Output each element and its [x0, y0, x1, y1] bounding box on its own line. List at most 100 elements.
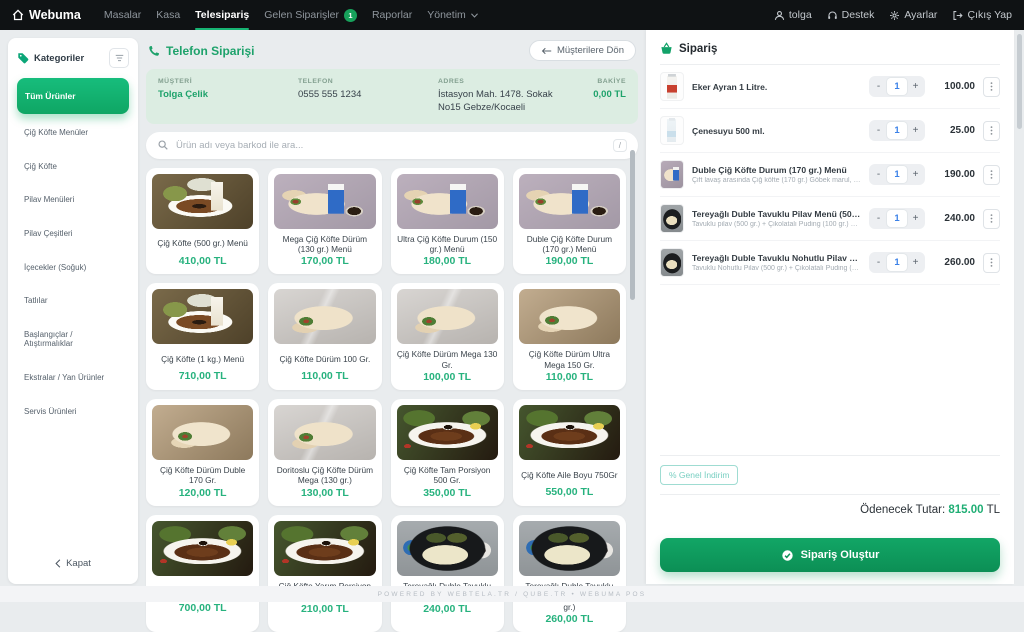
product-name: Çiğ Köfte Aile Boyu 750Gr: [519, 465, 620, 485]
order-item: Çenesuyu 500 ml. - 1 + 25.00: [660, 109, 1000, 153]
product-card[interactable]: Çiğ Köfte Dürüm Mega 130 Gr. 100,00 TL: [391, 283, 504, 390]
category-item-tum-urunler[interactable]: Tüm Ürünler: [17, 78, 129, 114]
quantity-stepper[interactable]: - 1 +: [869, 76, 925, 97]
decrease-quantity-button[interactable]: -: [871, 78, 886, 95]
category-item-pilav-cesitleri[interactable]: Pilav Çeşitleri: [17, 217, 129, 251]
product-card[interactable]: Çiğ Köfte Tam Porsiyon 500 Gr. 350,00 TL: [391, 399, 504, 506]
customer-name[interactable]: Tolga Çelik: [158, 89, 286, 102]
order-item-image: [660, 116, 684, 145]
nav-yonetim[interactable]: Yönetim: [427, 0, 478, 30]
product-card[interactable]: Duble Çiğ Köfte Durum (170 gr.) Menü 190…: [513, 168, 626, 275]
order-item-price: 260.00: [933, 257, 975, 268]
order-item-info: Çenesuyu 500 ml.: [692, 126, 861, 136]
product-card[interactable]: Çiğ Köfte Aile Boyu 750Gr 550,00 TL: [513, 399, 626, 506]
basket-icon: [660, 42, 673, 55]
chevron-left-icon: [55, 559, 61, 568]
decrease-quantity-button[interactable]: -: [871, 210, 886, 227]
category-item-cig-kofte-menuler[interactable]: Çiğ Köfte Menüler: [17, 116, 129, 150]
item-options-button[interactable]: [983, 209, 1000, 229]
address-label: ADRES: [438, 78, 576, 85]
product-card[interactable]: Çiğ Köfte (500 gr.) Menü 410,00 TL: [146, 168, 259, 275]
decrease-quantity-button[interactable]: -: [871, 166, 886, 183]
category-item-icecekler[interactable]: İçecekler (Soğuk): [17, 251, 129, 285]
quantity-value[interactable]: 1: [887, 78, 907, 95]
category-item-tatlilar[interactable]: Tatlılar: [17, 284, 129, 318]
decrease-quantity-button[interactable]: -: [871, 254, 886, 271]
nav-gelen-siparisler[interactable]: Gelen Siparişler 1: [264, 0, 357, 30]
item-options-button[interactable]: [983, 77, 1000, 97]
product-card[interactable]: Tereyağlı Duble Tavuklu Pilav Menü (500 …: [391, 515, 504, 632]
order-item: Tereyağlı Duble Tavuklu Pilav Menü (500 …: [660, 197, 1000, 241]
category-filter-button[interactable]: [109, 48, 129, 68]
decrease-quantity-button[interactable]: -: [871, 122, 886, 139]
nav-destek[interactable]: Destek: [827, 0, 875, 30]
product-grid-scrollbar[interactable]: [630, 150, 635, 300]
increase-quantity-button[interactable]: +: [908, 254, 923, 271]
product-card[interactable]: Çiğ Köfte Yarım Porsiyon 330 Gr. 210,00 …: [268, 515, 381, 632]
brand-logo[interactable]: Webuma: [12, 8, 81, 22]
check-circle-icon: [781, 549, 794, 562]
product-image: [152, 289, 253, 344]
sidebar-close-button[interactable]: Kapat: [17, 549, 129, 578]
quantity-value[interactable]: 1: [887, 254, 907, 271]
customer-name-column: MÜŞTERİ Tolga Çelik: [158, 78, 286, 115]
product-card[interactable]: Mega Çiğ Köfte Dürüm (130 gr.) Menü 170,…: [268, 168, 381, 275]
increase-quantity-button[interactable]: +: [908, 78, 923, 95]
quantity-stepper[interactable]: - 1 +: [869, 252, 925, 273]
increase-quantity-button[interactable]: +: [908, 210, 923, 227]
category-item-ekstralar[interactable]: Ekstralar / Yan Ürünler: [17, 361, 129, 395]
increase-quantity-button[interactable]: +: [908, 166, 923, 183]
order-item-image: [660, 204, 684, 233]
quantity-stepper[interactable]: - 1 +: [869, 164, 925, 185]
nav-raporlar[interactable]: Raporlar: [372, 0, 412, 30]
category-item-pilav-menuleri[interactable]: Pilav Menüleri: [17, 183, 129, 217]
customer-address-column: ADRES İstasyon Mah. 1478. Sokak No15 Geb…: [438, 78, 576, 115]
incoming-orders-badge: 1: [344, 9, 357, 22]
quantity-value[interactable]: 1: [887, 210, 907, 227]
product-name: Çiğ Köfte Dürüm Duble 170 Gr.: [152, 465, 253, 486]
item-options-button[interactable]: [983, 165, 1000, 185]
category-item-cig-kofte[interactable]: Çiğ Köfte: [17, 150, 129, 184]
categories-title: Kategoriler: [34, 53, 84, 64]
product-card[interactable]: Tereyağlı Duble Tavuklu Nohutlu Pilav Me…: [513, 515, 626, 632]
nav-label: Masalar: [104, 9, 141, 21]
product-image: [397, 521, 498, 576]
search-input[interactable]: [176, 140, 606, 151]
item-options-button[interactable]: [983, 253, 1000, 273]
footer-text: POWERED BY WEBTELA.TR / QUBE.TR • WEBUMA…: [378, 591, 647, 598]
product-name: Çiğ Köfte Dürüm Mega 130 Gr.: [397, 349, 498, 370]
quantity-value[interactable]: 1: [887, 122, 907, 139]
product-card[interactable]: Çiğ Köfte 1Kg 700,00 TL: [146, 515, 259, 632]
order-item-image: [660, 160, 684, 189]
quantity-stepper[interactable]: - 1 +: [869, 120, 925, 141]
nav-cikis[interactable]: Çıkış Yap: [952, 0, 1012, 30]
quantity-stepper[interactable]: - 1 +: [869, 208, 925, 229]
nav-masalar[interactable]: Masalar: [104, 0, 141, 30]
category-item-baslangiclar[interactable]: Başlangıçlar / Atıştırmalıklar: [17, 318, 129, 361]
product-name: Doritoslu Çiğ Köfte Dürüm Mega (130 gr.): [274, 465, 375, 486]
nav-ayarlar[interactable]: Ayarlar: [889, 0, 937, 30]
page-scrollbar[interactable]: [1017, 34, 1022, 129]
back-to-customers-button[interactable]: Müşterilere Dön: [529, 40, 636, 61]
increase-quantity-button[interactable]: +: [908, 122, 923, 139]
product-card[interactable]: Çiğ Köfte Dürüm 100 Gr. 110,00 TL: [268, 283, 381, 390]
quantity-value[interactable]: 1: [887, 166, 907, 183]
product-card[interactable]: Çiğ Köfte Dürüm Duble 170 Gr. 120,00 TL: [146, 399, 259, 506]
phone-icon: [148, 45, 160, 57]
product-card[interactable]: Doritoslu Çiğ Köfte Dürüm Mega (130 gr.)…: [268, 399, 381, 506]
product-price: 240,00 TL: [397, 603, 498, 615]
nav-telesiparis[interactable]: Telesipariş: [195, 0, 249, 30]
create-order-button[interactable]: Sipariş Oluştur: [660, 538, 1000, 572]
item-options-button[interactable]: [983, 121, 1000, 141]
nav-user[interactable]: tolga: [774, 0, 812, 30]
product-card[interactable]: Çiğ Köfte Dürüm Ultra Mega 150 Gr. 110,0…: [513, 283, 626, 390]
order-item-price: 25.00: [933, 125, 975, 136]
general-discount-button[interactable]: % Genel İndirim: [660, 465, 738, 485]
category-item-servis-urunleri[interactable]: Servis Ürünleri: [17, 395, 129, 429]
main-column: Telefon Siparişi Müşterilere Dön MÜŞTERİ…: [146, 30, 638, 584]
product-name: Çiğ Köfte Tam Porsiyon 500 Gr.: [397, 465, 498, 486]
product-card[interactable]: Ultra Çiğ Köfte Durum (150 gr.) Menü 180…: [391, 168, 504, 275]
nav-kasa[interactable]: Kasa: [156, 0, 180, 30]
product-card[interactable]: Çiğ Köfte (1 kg.) Menü 710,00 TL: [146, 283, 259, 390]
order-item-name: Eker Ayran 1 Litre.: [692, 82, 861, 92]
